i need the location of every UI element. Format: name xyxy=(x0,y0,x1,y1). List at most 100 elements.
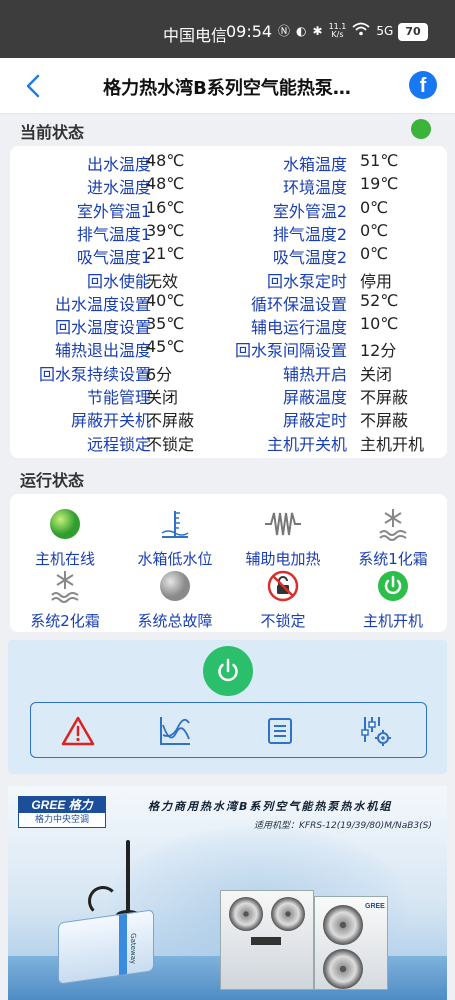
status-label: 回水使能 xyxy=(86,271,151,291)
status-label: 排气温度2 xyxy=(272,224,347,244)
bluetooth-icon: ✱ xyxy=(312,23,323,38)
clock-time: 09:54 xyxy=(226,22,273,41)
app-header: 格力热水湾B系列空气能热泵… f xyxy=(0,58,455,114)
run-item-defrost-2: 系统2化霜 xyxy=(10,568,120,631)
run-item-label: 水箱低水位 xyxy=(137,550,213,568)
status-row: 吸气温度1 21℃ 吸气温度2 0℃ xyxy=(10,244,447,267)
unit-brand-mark: GREE xyxy=(365,903,385,910)
status-value: 40℃ xyxy=(146,290,185,310)
status-label: 辅电运行温度 xyxy=(250,318,347,338)
status-label: 回水泵间隔设置 xyxy=(234,341,347,361)
wifi-icon xyxy=(352,22,370,39)
status-label: 室外管温1 xyxy=(76,201,151,221)
status-label: 节能管理 xyxy=(86,388,151,407)
battery-indicator: 70 xyxy=(398,23,428,41)
run-item-defrost-1: 系统1化霜 xyxy=(338,506,448,569)
run-item-label: 系统1化霜 xyxy=(358,550,428,568)
status-row: 出水温度设置 40℃ 循环保温设置 52℃ xyxy=(10,291,447,314)
status-label: 屏蔽温度 xyxy=(282,388,347,407)
power-icon xyxy=(218,658,238,682)
do-not-disturb-icon: ◐ xyxy=(296,23,307,38)
run-item-aux-heater: 辅助电加热 xyxy=(228,506,338,569)
fan-icon xyxy=(229,897,263,931)
online-status-dot xyxy=(411,119,431,139)
status-label: 回水泵持续设置 xyxy=(38,364,151,384)
status-value: 0℃ xyxy=(360,220,389,240)
status-value: 10℃ xyxy=(360,314,399,334)
status-value: 6分 xyxy=(146,364,173,384)
status-label: 屏蔽定时 xyxy=(282,411,347,431)
status-label: 吸气温度2 xyxy=(272,248,347,268)
fan-icon xyxy=(323,905,363,945)
run-item-label: 主机在线 xyxy=(34,550,95,568)
status-value: 关闭 xyxy=(146,388,179,407)
heat-pump-unit-1-image xyxy=(220,890,314,990)
network-type-label: 5G xyxy=(376,23,394,38)
status-label: 排气温度1 xyxy=(76,224,151,244)
current-status-card: 出水温度 48℃ 水箱温度 51℃ 进水温度 48℃ 环境温度 19℃ 室外管温1 16℃ 室外管温… xyxy=(10,146,447,458)
status-row: 进水温度 48℃ 环境温度 19℃ xyxy=(10,174,447,197)
brand-name: GREE 格力 xyxy=(19,797,105,813)
banner-subtitle: 适用机型：KFRS-12(19/39/80)M/NaB3(S) xyxy=(254,821,432,831)
status-label: 回水泵定时 xyxy=(266,271,347,291)
curve-button[interactable] xyxy=(158,714,192,748)
status-row: 远程锁定 不锁定 主机开关机 主机开机 xyxy=(10,431,447,454)
network-speed-unit: K/s xyxy=(331,29,344,39)
status-row: 节能管理 关闭 屏蔽温度 不屏蔽 xyxy=(10,384,447,407)
online-green-dot-icon xyxy=(50,509,80,539)
run-item-system-fault: 系统总故障 xyxy=(120,568,230,631)
status-value: 12分 xyxy=(360,341,397,361)
status-value: 19℃ xyxy=(360,174,399,194)
cable-image xyxy=(88,886,118,916)
brand-subname: 格力中央空调 xyxy=(34,815,89,825)
back-button[interactable] xyxy=(22,72,46,100)
status-row: 回水泵持续设置 6分 辅热开启 关闭 xyxy=(10,361,447,384)
status-value: 主机开机 xyxy=(360,434,425,454)
status-value: 52℃ xyxy=(360,290,399,310)
status-label: 回水温度设置 xyxy=(54,318,151,338)
alarm-button[interactable] xyxy=(61,714,95,748)
status-value: 不锁定 xyxy=(146,434,195,454)
status-value: 不屏蔽 xyxy=(360,388,409,407)
run-item-label: 系统总故障 xyxy=(137,612,213,630)
gateway-stripe xyxy=(119,914,127,976)
power-on-icon xyxy=(378,571,408,601)
status-value: 停用 xyxy=(360,271,393,291)
heat-pump-unit-2-image: GREE xyxy=(314,896,388,990)
status-label: 出水温度设置 xyxy=(54,294,151,314)
unit-label-plate xyxy=(251,937,281,945)
fault-gray-dot-icon xyxy=(160,571,190,601)
settings-button[interactable] xyxy=(359,714,393,748)
status-label: 循环保温设置 xyxy=(250,294,347,314)
facebook-share-button[interactable]: f xyxy=(409,71,437,99)
status-value: 21℃ xyxy=(146,244,185,264)
run-item-unlocked: 不锁定 xyxy=(228,568,338,631)
carrier-name: 中国电信 xyxy=(163,26,228,45)
gree-logo: GREE 格力 格力中央空调 xyxy=(18,796,106,828)
fan-icon xyxy=(323,949,363,989)
defrost-snowflake-icon xyxy=(379,509,407,541)
current-status-title: 当前状态 xyxy=(20,123,85,142)
status-label: 吸气温度1 xyxy=(76,248,151,268)
status-value: 51℃ xyxy=(360,151,399,170)
water-tank-level-icon xyxy=(161,511,189,538)
tool-bar xyxy=(30,702,427,758)
power-button[interactable] xyxy=(203,646,253,696)
status-label: 远程锁定 xyxy=(86,434,151,454)
records-button[interactable] xyxy=(263,714,297,748)
defrost-snowflake-icon xyxy=(51,571,79,603)
status-value: 39℃ xyxy=(146,220,185,240)
product-banner[interactable]: GREE 格力 格力中央空调 格力商用热水湾B系列空气能热泵热水机组 适用机型：… xyxy=(8,786,447,1000)
fan-icon xyxy=(271,897,305,931)
antenna-image xyxy=(126,840,130,916)
status-value: 35℃ xyxy=(146,314,185,334)
status-value: 0℃ xyxy=(360,244,389,264)
run-status-title: 运行状态 xyxy=(20,471,85,490)
run-item-label: 不锁定 xyxy=(260,612,306,630)
sliders-settings-icon xyxy=(361,717,391,746)
status-label: 出水温度 xyxy=(86,155,151,174)
unlocked-icon xyxy=(267,570,299,602)
line-chart-icon xyxy=(160,717,190,745)
list-document-icon xyxy=(268,718,292,744)
run-item-label: 辅助电加热 xyxy=(245,550,321,568)
